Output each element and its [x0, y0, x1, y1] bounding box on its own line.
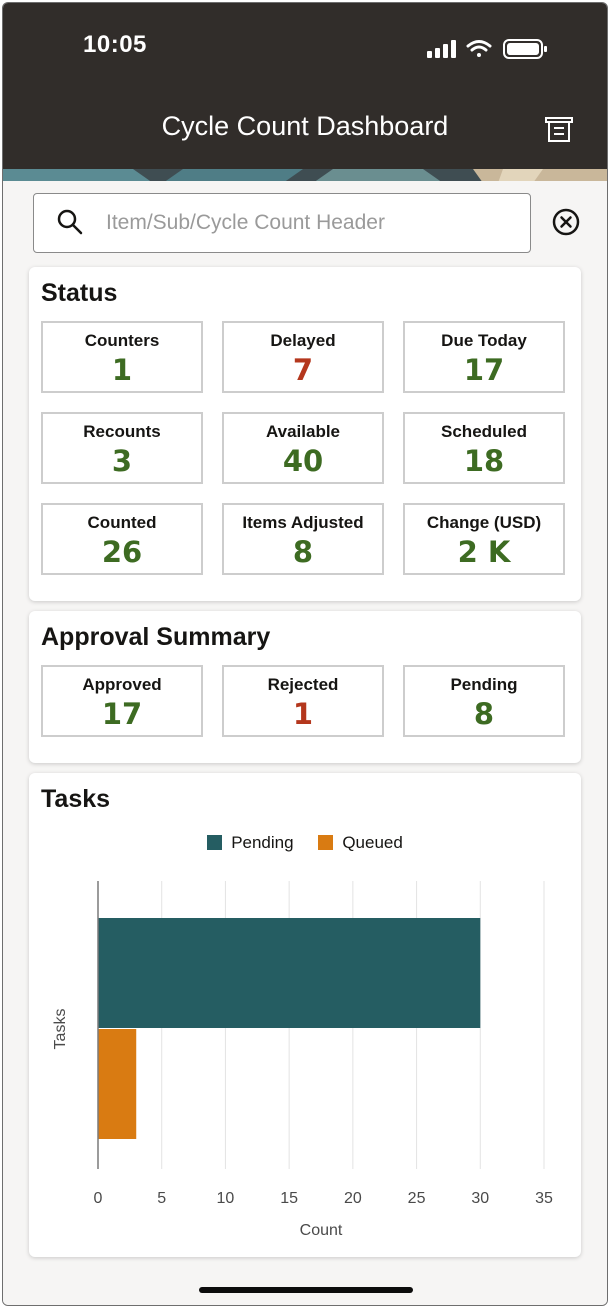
- tile-value: 1: [111, 353, 133, 387]
- approval-summary-title: Approval Summary: [41, 623, 271, 651]
- app-header: 10:05 Cycle Count Dashboard: [3, 3, 607, 169]
- tile-value: 26: [101, 535, 143, 569]
- search-input[interactable]: [104, 194, 518, 252]
- tile-label: Counted: [87, 513, 157, 532]
- wifi-icon: [466, 40, 492, 57]
- page-title: Cycle Count Dashboard: [161, 111, 449, 141]
- tasks-card: Tasks Pending Queued 0 5 10 15 20 25 30 35 Task…: [29, 773, 581, 1257]
- status-card: Status Counters 1 Delayed 7 Due Today 17…: [29, 267, 581, 601]
- status-tile-change-usd[interactable]: Change (USD) 2 K: [403, 503, 565, 575]
- status-tile-delayed[interactable]: Delayed 7: [222, 321, 384, 393]
- status-tile-due-today[interactable]: Due Today 17: [403, 321, 565, 393]
- tile-value: 17: [101, 697, 143, 731]
- tile-value: 7: [292, 353, 314, 387]
- tile-label: Rejected: [267, 675, 339, 694]
- tasks-bar-chart: 0 5 10 15 20 25 30 35 Tasks Count: [52, 881, 553, 1239]
- x-tick-label: 35: [535, 1190, 553, 1207]
- approval-tile-pending[interactable]: Pending 8: [403, 665, 565, 737]
- x-tick-label: 30: [471, 1190, 489, 1207]
- tile-value: 18: [463, 444, 505, 478]
- tile-value: 3: [111, 444, 133, 478]
- legend-swatch-pending: [207, 835, 223, 850]
- tile-label: Change (USD): [426, 513, 542, 532]
- tile-label: Due Today: [441, 331, 527, 350]
- status-title: Status: [41, 279, 118, 307]
- approval-tile-approved[interactable]: Approved 17: [41, 665, 203, 737]
- tile-label: Delayed: [270, 331, 336, 350]
- cellular-signal-icon: [427, 40, 456, 58]
- tile-label: Pending: [450, 675, 518, 694]
- legend-item-queued[interactable]: Queued: [318, 833, 403, 853]
- tile-value: 8: [473, 697, 495, 731]
- x-tick-label: 15: [280, 1190, 298, 1207]
- status-tile-recounts[interactable]: Recounts 3: [41, 412, 203, 484]
- tile-label: Scheduled: [441, 422, 527, 441]
- dashboard-content: Status Counters 1 Delayed 7 Due Today 17…: [3, 181, 607, 1305]
- x-axis-label: Count: [300, 1222, 343, 1239]
- tile-label: Recounts: [83, 422, 161, 441]
- y-axis-label: Tasks: [52, 1009, 69, 1050]
- filter-tray-icon: [545, 117, 573, 142]
- battery-icon: [503, 39, 547, 59]
- status-tile-scheduled[interactable]: Scheduled 18: [403, 412, 565, 484]
- phone-screen: 10:05 Cycle Count Dashboard Item/Sub/Cyc…: [2, 2, 608, 1306]
- tasks-title: Tasks: [41, 785, 111, 813]
- x-tick-label: 5: [157, 1190, 166, 1207]
- status-tile-available[interactable]: Available 40: [222, 412, 384, 484]
- tile-label: Items Adjusted: [242, 513, 364, 532]
- tile-value: 40: [282, 444, 324, 478]
- approval-tile-rejected[interactable]: Rejected 1: [222, 665, 384, 737]
- bar-queued[interactable]: [98, 1029, 137, 1139]
- legend-label: Queued: [342, 833, 403, 852]
- chart-legend: Pending Queued: [29, 833, 581, 853]
- tile-value: 1: [292, 697, 314, 731]
- search-field[interactable]: [33, 193, 531, 253]
- x-tick-label: 20: [344, 1190, 362, 1207]
- filter-tray-button[interactable]: [543, 113, 575, 145]
- tile-label: Approved: [82, 675, 162, 694]
- clear-circle-icon: [552, 208, 580, 236]
- bar-pending[interactable]: [98, 918, 481, 1028]
- x-tick-label: 25: [408, 1190, 426, 1207]
- status-time: 10:05: [83, 31, 147, 58]
- status-tile-counters[interactable]: Counters 1: [41, 321, 203, 393]
- approval-summary-card: Approval Summary Approved 17 Rejected 1 …: [29, 611, 581, 763]
- legend-label: Pending: [231, 833, 294, 852]
- legend-item-pending[interactable]: Pending: [207, 833, 294, 853]
- x-tick-label: 10: [217, 1190, 235, 1207]
- tile-value: 17: [463, 353, 505, 387]
- tile-label: Available: [265, 422, 341, 441]
- status-bar-icons: [427, 37, 555, 66]
- legend-swatch-queued: [318, 835, 334, 850]
- search-icon: [56, 208, 84, 241]
- home-indicator: [199, 1287, 413, 1293]
- tile-label: Counters: [84, 331, 160, 350]
- status-tile-items-adjusted[interactable]: Items Adjusted 8: [222, 503, 384, 575]
- clear-search-button[interactable]: [551, 207, 581, 237]
- tile-value: 8: [292, 535, 314, 569]
- status-tile-counted[interactable]: Counted 26: [41, 503, 203, 575]
- x-tick-label: 0: [94, 1190, 103, 1207]
- tile-value: 2 K: [457, 535, 511, 569]
